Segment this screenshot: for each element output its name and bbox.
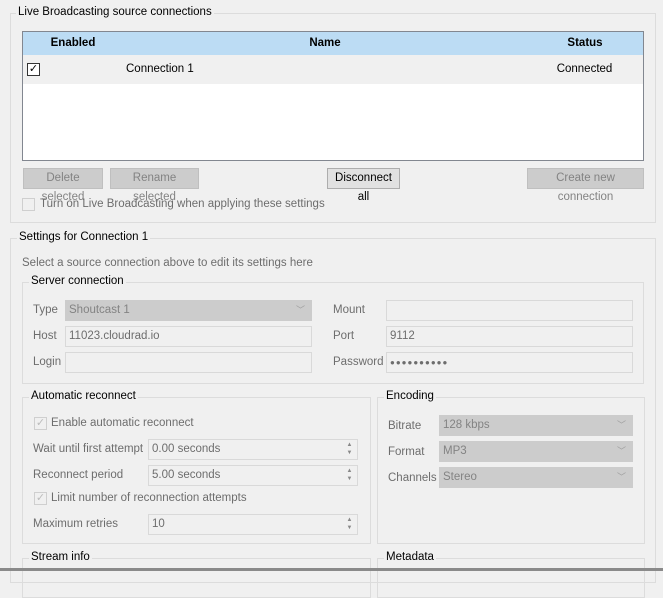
- chevron-down-icon: ﹀: [616, 446, 626, 456]
- host-input[interactable]: 11023.cloudrad.io: [65, 326, 312, 347]
- spin-arrows-icon[interactable]: ▲ ▼: [343, 467, 356, 484]
- spin-arrows-icon[interactable]: ▲ ▼: [343, 441, 356, 458]
- table-row[interactable]: ✓ Connection 1 Connected: [23, 55, 643, 84]
- delete-selected-button[interactable]: Delete selected: [23, 168, 103, 203]
- disconnect-all-button[interactable]: Disconnect all: [327, 168, 400, 203]
- retries-spinbox[interactable]: 10 ▲ ▼: [148, 514, 358, 535]
- login-label: Login: [33, 356, 62, 368]
- type-value: Shoutcast 1: [69, 304, 130, 316]
- connections-group-title: Live Broadcasting source connections: [16, 6, 214, 18]
- mount-label: Mount: [333, 304, 365, 316]
- stream-info-group: Stream info: [22, 551, 371, 598]
- spin-arrows-icon[interactable]: ▲ ▼: [343, 516, 356, 533]
- wait-label: Wait until first attempt: [33, 443, 144, 455]
- login-input[interactable]: [65, 352, 312, 373]
- automatic-reconnect-title: Automatic reconnect: [29, 390, 138, 402]
- metadata-title: Metadata: [384, 551, 436, 563]
- turn-on-checkbox[interactable]: [22, 198, 35, 211]
- channels-select[interactable]: Stereo ﹀: [439, 467, 633, 488]
- limit-attempts-label: Limit number of reconnection attempts: [51, 492, 247, 504]
- bitrate-value: 128 kbps: [443, 419, 490, 431]
- table-header: Enabled Name Status: [23, 32, 643, 55]
- encoding-title: Encoding: [384, 390, 436, 402]
- period-spinbox[interactable]: 5.00 seconds ▲ ▼: [148, 465, 358, 486]
- retries-label: Maximum retries: [33, 518, 118, 530]
- mount-input[interactable]: [386, 300, 633, 321]
- column-status[interactable]: Status: [527, 37, 643, 49]
- enable-reconnect-checkbox[interactable]: ✓: [34, 417, 47, 430]
- column-name[interactable]: Name: [123, 37, 527, 49]
- chevron-down-icon: ﹀: [616, 420, 626, 430]
- turn-on-label: Turn on Live Broadcasting when applying …: [40, 198, 325, 210]
- bitrate-label: Bitrate: [388, 420, 422, 432]
- host-label: Host: [33, 330, 57, 342]
- retries-value: 10: [152, 518, 165, 530]
- row-status: Connected: [528, 55, 641, 84]
- chevron-down-icon: ﹀: [616, 472, 626, 482]
- bitrate-select[interactable]: 128 kbps ﹀: [439, 415, 633, 436]
- server-connection-title: Server connection: [29, 275, 126, 287]
- settings-title: Settings for Connection 1: [17, 231, 151, 243]
- period-value: 5.00 seconds: [152, 469, 221, 481]
- channels-label: Channels: [388, 472, 437, 484]
- type-label: Type: [33, 304, 58, 316]
- row-enabled-checkbox[interactable]: ✓: [27, 63, 40, 76]
- stream-info-title: Stream info: [29, 551, 92, 563]
- password-label: Password: [333, 356, 384, 368]
- metadata-group: Metadata: [377, 551, 645, 598]
- settings-hint: Select a source connection above to edit…: [22, 257, 313, 269]
- port-input[interactable]: 9112: [386, 326, 633, 347]
- format-value: MP3: [443, 445, 467, 457]
- limit-attempts-checkbox[interactable]: ✓: [34, 492, 47, 505]
- chevron-down-icon: ﹀: [295, 305, 305, 315]
- wait-spinbox[interactable]: 0.00 seconds ▲ ▼: [148, 439, 358, 460]
- type-select[interactable]: Shoutcast 1 ﹀: [65, 300, 312, 321]
- channels-value: Stereo: [443, 471, 477, 483]
- port-label: Port: [333, 330, 355, 342]
- period-label: Reconnect period: [33, 469, 124, 481]
- format-select[interactable]: MP3 ﹀: [439, 441, 633, 462]
- connections-table[interactable]: Enabled Name Status ✓ Connection 1 Conne…: [22, 31, 644, 161]
- enable-reconnect-label: Enable automatic reconnect: [51, 417, 194, 429]
- format-label: Format: [388, 446, 425, 458]
- create-new-connection-button[interactable]: Create new connection: [527, 168, 644, 203]
- row-name: Connection 1: [123, 55, 526, 84]
- password-input[interactable]: ●●●●●●●●●●: [386, 352, 633, 373]
- column-enabled[interactable]: Enabled: [23, 37, 123, 49]
- wait-value: 0.00 seconds: [152, 443, 221, 455]
- rename-selected-button[interactable]: Rename selected: [110, 168, 199, 203]
